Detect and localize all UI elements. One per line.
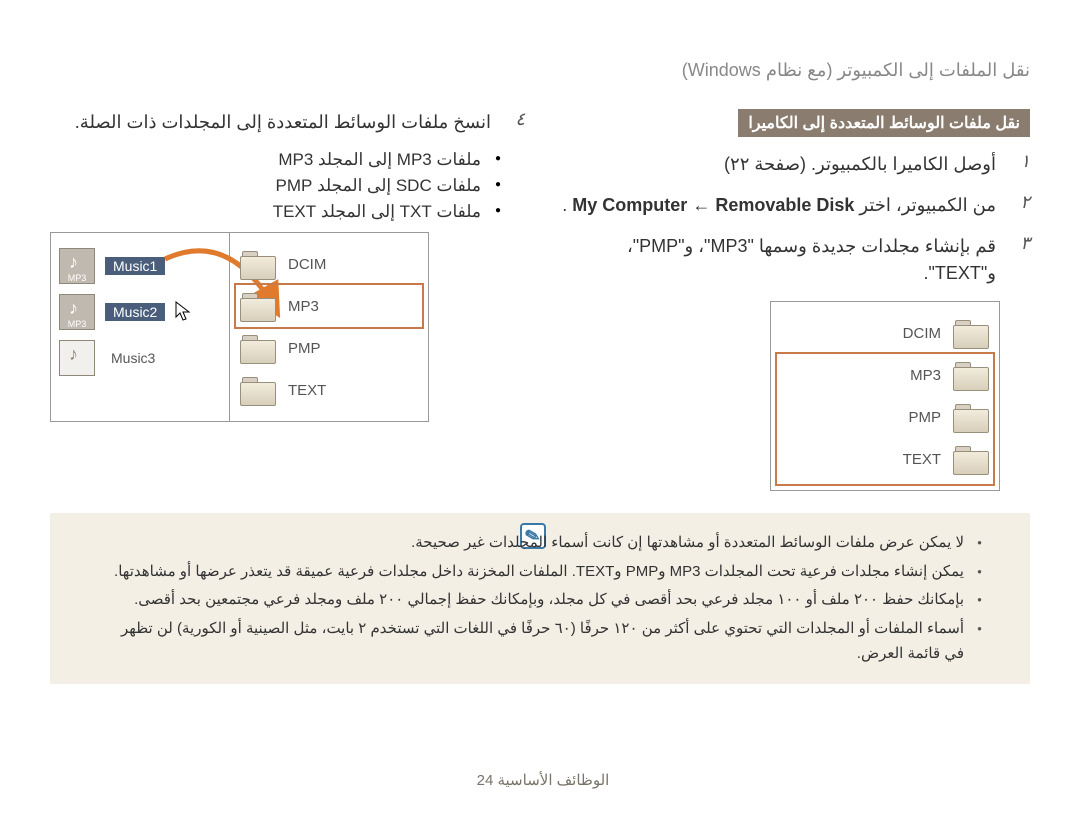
folder-window-right: DCIM MP3 PMP TEXT bbox=[770, 301, 1000, 491]
folder-icon bbox=[953, 360, 989, 390]
mp3-file-icon bbox=[59, 340, 95, 376]
note-item: بإمكانك حفظ ٢٠٠ ملف أو ١٠٠ مجلد فرعي بحد… bbox=[104, 587, 982, 613]
folder-icon bbox=[240, 375, 276, 405]
step-2: ٢ من الكمبيوتر، اختر My Computer ← Remov… bbox=[555, 192, 1030, 219]
step-text: قم بإنشاء مجلدات جديدة وسمها "MP3"، و"PM… bbox=[555, 233, 996, 287]
folder-icon bbox=[240, 249, 276, 279]
step-pre: من الكمبيوتر، اختر bbox=[854, 195, 996, 215]
folder-row: MP3 bbox=[238, 285, 420, 327]
file-row: MP3 Music2 bbox=[59, 289, 221, 335]
page-title: نقل الملفات إلى الكمبيوتر (مع نظام Windo… bbox=[50, 60, 1030, 81]
folder-label: PMP bbox=[288, 340, 321, 357]
file-row: MP3 Music1 bbox=[59, 243, 221, 289]
section-heading: نقل ملفات الوسائط المتعددة إلى الكاميرا bbox=[738, 109, 1030, 137]
arrow-icon: ← bbox=[692, 195, 715, 215]
step-text: أوصل الكاميرا بالكمبيوتر. (صفحة ٢٢) bbox=[555, 151, 996, 178]
icon-tag: MP3 bbox=[68, 273, 87, 283]
step-1: ١ أوصل الكاميرا بالكمبيوتر. (صفحة ٢٢) bbox=[555, 151, 1030, 178]
bullet-item: ملفات SDC إلى المجلد PMP bbox=[50, 176, 501, 196]
folder-row: TEXT bbox=[238, 369, 420, 411]
column-left: ٤ انسخ ملفات الوسائط المتعددة إلى المجلد… bbox=[50, 109, 525, 491]
my-computer-label: My Computer bbox=[572, 195, 687, 215]
folder-icon bbox=[953, 444, 989, 474]
folder-label: MP3 bbox=[288, 298, 319, 315]
step-text: من الكمبيوتر، اختر My Computer ← Removab… bbox=[555, 192, 996, 219]
file-label-selected: Music1 bbox=[105, 257, 165, 275]
file-label-selected: Music2 bbox=[105, 303, 165, 321]
step-number: ٣ bbox=[1010, 233, 1030, 254]
folder-row: DCIM bbox=[238, 243, 420, 285]
folder-icon bbox=[240, 333, 276, 363]
file-label: Music3 bbox=[105, 349, 161, 367]
folder-row: PMP bbox=[779, 396, 991, 438]
page-number: 24 bbox=[477, 772, 494, 789]
step-number: ١ bbox=[1010, 151, 1030, 172]
step-post: . bbox=[562, 195, 567, 215]
sub-bullets: ملفات MP3 إلى المجلد MP3 ملفات SDC إلى ا… bbox=[50, 150, 501, 222]
step-4: ٤ انسخ ملفات الوسائط المتعددة إلى المجلد… bbox=[50, 109, 525, 136]
folder-label: DCIM bbox=[288, 256, 326, 273]
folder-window-left: DCIM MP3 PMP TEXT bbox=[229, 232, 429, 422]
removable-disk-label: Removable Disk bbox=[715, 195, 854, 215]
bullet-item: ملفات TXT إلى المجلد TEXT bbox=[50, 202, 501, 222]
explorer-windows: MP3 Music1 MP3 Music2 Music3 bbox=[50, 232, 525, 422]
file-row: Music3 bbox=[59, 335, 221, 381]
mp3-file-icon: MP3 bbox=[59, 248, 95, 284]
folder-label: TEXT bbox=[288, 382, 326, 399]
step-number: ٤ bbox=[505, 109, 525, 130]
note-item: أسماء الملفات أو المجلدات التي تحتوي على… bbox=[104, 616, 982, 667]
notes-box: ✎ لا يمكن عرض ملفات الوسائط المتعددة أو … bbox=[50, 513, 1030, 684]
folder-label: PMP bbox=[908, 409, 941, 426]
main-columns: نقل ملفات الوسائط المتعددة إلى الكاميرا … bbox=[50, 109, 1030, 491]
step-number: ٢ bbox=[1010, 192, 1030, 213]
note-item: يمكن إنشاء مجلدات فرعية تحت المجلدات MP3… bbox=[104, 559, 982, 585]
bullet-item: ملفات MP3 إلى المجلد MP3 bbox=[50, 150, 501, 170]
folder-icon bbox=[240, 291, 276, 321]
footer-label: الوظائف الأساسية bbox=[497, 772, 609, 789]
step-text: انسخ ملفات الوسائط المتعددة إلى المجلدات… bbox=[50, 109, 491, 136]
folder-row: DCIM bbox=[779, 312, 991, 354]
folder-row: TEXT bbox=[779, 438, 991, 480]
column-right: نقل ملفات الوسائط المتعددة إلى الكاميرا … bbox=[555, 109, 1030, 491]
page-footer: الوظائف الأساسية 24 bbox=[0, 771, 1080, 789]
folder-label: TEXT bbox=[903, 451, 941, 468]
cursor-icon bbox=[175, 301, 191, 323]
music-files-window: MP3 Music1 MP3 Music2 Music3 bbox=[50, 232, 230, 422]
folder-label: DCIM bbox=[903, 325, 941, 342]
folder-row: PMP bbox=[238, 327, 420, 369]
mp3-file-icon: MP3 bbox=[59, 294, 95, 330]
folder-icon bbox=[953, 318, 989, 348]
step-3: ٣ قم بإنشاء مجلدات جديدة وسمها "MP3"، و"… bbox=[555, 233, 1030, 287]
note-item: لا يمكن عرض ملفات الوسائط المتعددة أو مش… bbox=[104, 530, 982, 556]
icon-tag: MP3 bbox=[68, 319, 87, 329]
folder-row: MP3 bbox=[779, 354, 991, 396]
folder-label: MP3 bbox=[910, 367, 941, 384]
folder-icon bbox=[953, 402, 989, 432]
